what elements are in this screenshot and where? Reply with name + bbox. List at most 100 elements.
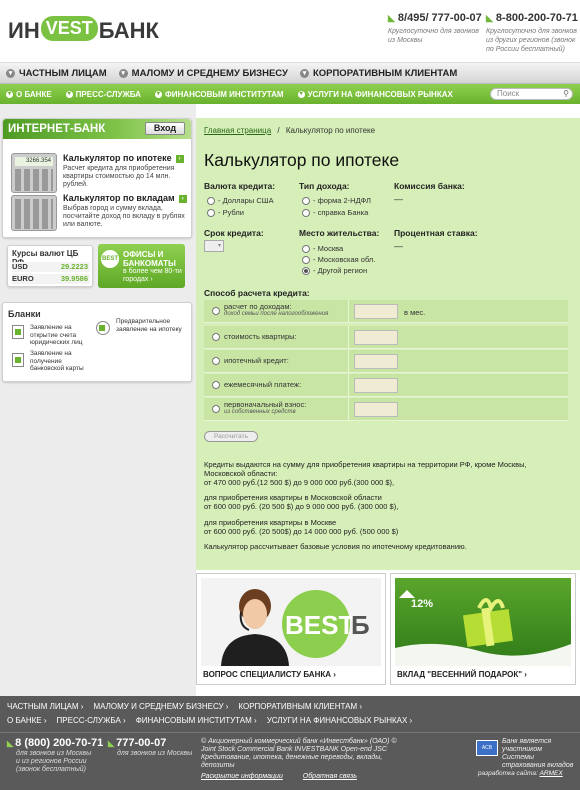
search-icon[interactable]: ⚲ <box>563 89 569 99</box>
promo-specialist[interactable]: BEST Б ВОПРОС СПЕЦИАЛИСТУ БАНКА › <box>196 573 386 685</box>
form-link-mortgage[interactable]: Предварительное заявление на ипотеку <box>116 318 186 333</box>
footer-link-corporate[interactable]: КОРПОРАТИВНЫМ КЛИЕНТАМ › <box>238 702 362 711</box>
mortgage-calc-link[interactable]: Калькулятор по ипотеке › <box>63 153 184 163</box>
method-row-payment: ежемесячный платеж: <box>204 374 568 397</box>
method-row-label: ежемесячный платеж: <box>224 380 302 389</box>
mortgage-calc-title: Калькулятор по ипотеке <box>63 153 172 163</box>
info-para-mo: для приобретения квартиры в Московской о… <box>204 493 382 502</box>
footer-link-about[interactable]: О БАНКЕ › <box>7 716 47 725</box>
developer-credit: разработка сайта: ARMEX <box>478 770 563 777</box>
footer-link-press[interactable]: ПРЕСС-СЛУЖБА › <box>57 716 126 725</box>
promo-spring-gift[interactable]: 12% ВКЛАД "ВЕСЕННИЙ ПОДАРОК" › <box>390 573 576 685</box>
logo[interactable]: ИН VEST БАНК <box>8 15 159 44</box>
forms-title: Бланки <box>8 309 41 319</box>
radio-button[interactable] <box>212 307 220 315</box>
radio-ndfl-label: - форма 2-НДФЛ <box>313 196 371 205</box>
commission-value: — <box>394 194 403 204</box>
radio-rub[interactable]: - Рубли <box>207 207 244 218</box>
nav-about[interactable]: ▾ О БАНКЕ <box>6 90 52 99</box>
nav-business[interactable]: ▾ МАЛОМУ И СРЕДНЕМУ БИЗНЕСУ <box>118 68 288 79</box>
radio-button[interactable] <box>207 208 215 217</box>
deposit-insurance-logo[interactable]: АСВ <box>476 740 498 756</box>
footer-phone-moscow-note: для звонков из Москвы <box>117 750 193 757</box>
radio-bank-cert-label: - справка Банка <box>313 208 369 217</box>
footer-link-financial[interactable]: ФИНАНСОВЫМ ИНСТИТУТАМ › <box>136 716 257 725</box>
radio-button[interactable] <box>207 196 215 205</box>
radio-button[interactable] <box>302 208 310 217</box>
promo-specialist-caption: ВОПРОС СПЕЦИАЛИСТУ БАНКА › <box>203 670 336 679</box>
radio-bank-cert[interactable]: - справка Банка <box>302 207 368 218</box>
footer-link-disclosure[interactable]: Раскрытие информации <box>201 773 283 780</box>
radio-usd-label: - Доллары США <box>218 196 274 205</box>
nav-corporate[interactable]: ▾ КОРПОРАТИВНЫМ КЛИЕНТАМ <box>299 68 457 79</box>
radio-ndfl[interactable]: - форма 2-НДФЛ <box>302 195 371 206</box>
loan-input[interactable] <box>354 354 398 369</box>
downpayment-input[interactable] <box>354 402 398 417</box>
info-note: Калькулятор рассчитывает базовые условия… <box>204 542 467 551</box>
developer-label: разработка сайта: <box>478 770 538 777</box>
calculate-button[interactable]: Рассчитать <box>204 431 258 442</box>
calculator-icon[interactable]: 3266.354 <box>11 153 57 193</box>
income-input[interactable] <box>354 304 398 319</box>
login-button[interactable]: Вход <box>145 122 185 135</box>
radio-button[interactable] <box>302 244 310 253</box>
chevron-down-icon: ▾ <box>299 68 309 78</box>
nav-financial[interactable]: ▾ ФИНАНСОВЫМ ИНСТИТУТАМ <box>154 90 284 99</box>
term-select[interactable]: ▾ <box>204 240 224 252</box>
method-row-sublabel: доход семьи после налогообложения <box>224 311 329 317</box>
footer-link-private[interactable]: ЧАСТНЫМ ЛИЦАМ › <box>7 702 83 711</box>
radio-button[interactable] <box>212 357 220 365</box>
footer-link-markets[interactable]: УСЛУГИ НА ФИНАНСОВЫХ РЫНКАХ › <box>267 716 413 725</box>
chevron-down-icon: ▾ <box>6 68 15 78</box>
radio-button[interactable] <box>302 196 310 205</box>
search-input[interactable]: Поиск ⚲ <box>490 88 573 100</box>
footer-link-feedback[interactable]: Обратная связь <box>303 773 357 780</box>
form-link-card[interactable]: Заявление на получение банковской карты <box>30 350 94 373</box>
price-input[interactable] <box>354 330 398 345</box>
footer-phone-free-note: для звонков из Москвы и из регионов Росс… <box>16 750 92 773</box>
radio-button[interactable] <box>212 405 220 413</box>
document-icon <box>12 353 24 367</box>
radio-other-region[interactable]: - Другой регион <box>302 265 367 276</box>
payment-input[interactable] <box>354 378 398 393</box>
phone-arrow-icon: ◣ <box>388 13 395 23</box>
radio-button[interactable] <box>212 381 220 389</box>
deposit-calc-link[interactable]: Калькулятор по вкладам › <box>63 193 187 203</box>
form-link-account[interactable]: Заявление на открытие счета юридических … <box>30 324 94 347</box>
nav-markets-label: УСЛУГИ НА ФИНАНСОВЫХ РЫНКАХ <box>307 89 453 99</box>
radio-button[interactable] <box>212 333 220 341</box>
developer-link[interactable]: ARMEX <box>540 770 563 777</box>
rate-value: — <box>394 241 403 251</box>
forms-box: Бланки Заявление на открытие счета юриди… <box>2 302 192 382</box>
residence-label: Место жительства: <box>299 228 380 238</box>
logo-part-left: ИН <box>8 18 40 43</box>
chevron-down-icon: ▾ <box>65 90 73 98</box>
currency-label: Валюта кредита: <box>204 181 276 191</box>
offices-atms-banner[interactable]: BEST ОФИСЫ И БАНКОМАТЫ в более чем 80-ти… <box>98 244 185 288</box>
currency-rates: Курсы валют ЦБ РФ USD29.2223 EURO39.9586 <box>7 245 93 287</box>
nav-markets[interactable]: ▾ УСЛУГИ НА ФИНАНСОВЫХ РЫНКАХ <box>297 89 453 99</box>
calculator-display: 3266.354 <box>15 157 53 166</box>
footer-phone-free-number: 8 (800) 200-70-71 <box>15 737 104 749</box>
method-row-income: расчет по доходам: доход семьи после нал… <box>204 300 568 323</box>
commission-label: Комиссия банка: <box>394 181 465 191</box>
radio-button-selected[interactable] <box>302 266 310 275</box>
nav-private[interactable]: ▾ ЧАСТНЫМ ЛИЦАМ <box>6 68 107 79</box>
method-table: расчет по доходам: доход семьи после нал… <box>204 300 568 428</box>
footer-phone-moscow-number: 777-00-07 <box>116 737 167 749</box>
radio-button[interactable] <box>302 255 310 264</box>
breadcrumb-home[interactable]: Главная страница <box>204 126 271 135</box>
footer-link-business[interactable]: МАЛОМУ И СРЕДНЕМУ БИЗНЕСУ › <box>93 702 228 711</box>
radio-usd[interactable]: - Доллары США <box>207 195 274 206</box>
chevron-down-icon: ▾ <box>6 90 13 98</box>
calculator-keys <box>15 199 53 229</box>
deposit-calc-title: Калькулятор по вкладам <box>63 193 175 203</box>
radio-moscow-region[interactable]: - Московская обл. <box>302 254 375 265</box>
calculator-icon[interactable] <box>11 195 57 231</box>
nav-press[interactable]: ▾ ПРЕСС-СЛУЖБА <box>65 90 141 99</box>
radio-moscow[interactable]: - Москва <box>302 243 343 254</box>
radio-rub-label: - Рубли <box>218 208 244 217</box>
phone-arrow-icon: ◣ <box>7 739 14 748</box>
rate-eur: EURO 39.9586 <box>12 274 90 284</box>
footer-nav-1: ЧАСТНЫМ ЛИЦАМ › МАЛОМУ И СРЕДНЕМУ БИЗНЕС… <box>7 702 372 711</box>
